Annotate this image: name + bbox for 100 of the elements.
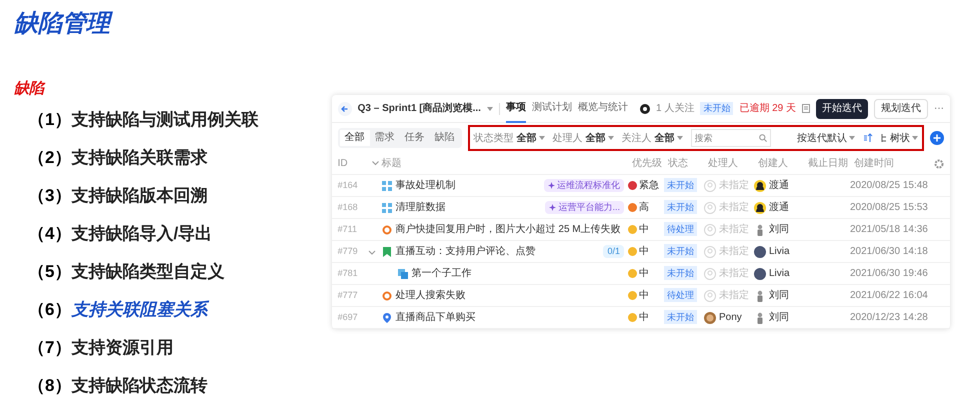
tab[interactable]: 事项 bbox=[506, 94, 526, 122]
priority-label: 高 bbox=[639, 200, 649, 215]
caret-icon[interactable] bbox=[372, 161, 379, 166]
section-heading: 缺陷 bbox=[14, 79, 44, 99]
sort-icon[interactable] bbox=[863, 133, 873, 143]
feature-item: 支持资源引用 bbox=[71, 336, 174, 359]
start-sprint-button[interactable]: 开始迭代 bbox=[816, 98, 868, 118]
avatar-icon bbox=[754, 246, 766, 258]
issue-title[interactable]: 事故处理机制 bbox=[396, 178, 456, 193]
assignee-name: Pony bbox=[719, 311, 742, 325]
sprint-selector[interactable]: Q3 – Sprint1 [商品浏览模... bbox=[358, 101, 481, 116]
avatar-placeholder-icon bbox=[704, 224, 716, 236]
avatar-placeholder-icon bbox=[704, 290, 716, 302]
sort-dropdown[interactable]: 按迭代默认 bbox=[797, 130, 855, 146]
assignee-name: 未指定 bbox=[719, 288, 749, 303]
circle-icon bbox=[382, 290, 392, 300]
created-time: 2021/05/18 14:36 bbox=[850, 223, 929, 237]
goal-name: 运维流程标准化 bbox=[557, 178, 620, 192]
follower-count[interactable]: 1 人关注 bbox=[656, 101, 694, 116]
avatar-placeholder-icon bbox=[704, 268, 716, 280]
avatar-icon bbox=[704, 312, 716, 324]
tab[interactable]: 概览与统计 bbox=[578, 94, 628, 122]
creator-name: 刘同 bbox=[769, 288, 789, 303]
add-icon[interactable] bbox=[930, 131, 944, 145]
creator-name: Livia bbox=[769, 245, 790, 259]
type-filter-tab[interactable]: 任务 bbox=[400, 130, 430, 146]
priority-label: 中 bbox=[639, 310, 649, 325]
id-cell-text: #697 bbox=[338, 310, 359, 324]
issue-title[interactable]: 处理人搜索失败 bbox=[396, 288, 466, 303]
issue-title[interactable]: 第一个子工作 bbox=[412, 266, 472, 281]
caret-icon bbox=[608, 135, 614, 141]
item-number: （7） bbox=[28, 336, 72, 359]
back-icon[interactable] bbox=[338, 102, 352, 116]
type-filter-tab[interactable]: 需求 bbox=[370, 130, 400, 146]
avatar-placeholder-icon bbox=[704, 202, 716, 214]
creator-name: 渡通 bbox=[769, 178, 789, 193]
priority-label: 紧急 bbox=[639, 178, 659, 193]
avatar-placeholder-icon bbox=[704, 246, 716, 258]
status-badge: 未开始 bbox=[664, 178, 697, 192]
priority-label: 中 bbox=[639, 266, 649, 281]
item-number: （5） bbox=[28, 260, 72, 283]
filter-dropdown[interactable]: 处理人 全部 bbox=[552, 130, 614, 146]
type-filter-tab[interactable]: 缺陷 bbox=[430, 130, 460, 146]
status-badge: 待处理 bbox=[664, 288, 697, 302]
issue-title[interactable]: 商户快捷回复用户时，图片大小超过 25 M上传失败 bbox=[396, 222, 621, 237]
avatar-icon bbox=[754, 180, 766, 192]
view-dropdown[interactable]: 树状 bbox=[881, 130, 918, 146]
feature-item: 支持缺陷关联需求 bbox=[71, 146, 208, 169]
column-header: ID bbox=[338, 157, 348, 171]
issue-title[interactable]: 直播商品下单购买 bbox=[396, 310, 476, 325]
feature-item: 支持关联阻塞关系 bbox=[71, 298, 208, 321]
assignee-name: 未指定 bbox=[719, 200, 749, 215]
column-header: 处理人 bbox=[708, 156, 738, 171]
issue-title[interactable]: 直播互动：支持用户评论、点赞 bbox=[396, 244, 536, 259]
search-field[interactable]: 搜索 bbox=[690, 129, 771, 147]
column-header: 优先级 bbox=[632, 156, 662, 171]
item-number: （1） bbox=[28, 108, 72, 131]
feature-item: 支持缺陷状态流转 bbox=[71, 374, 208, 397]
column-header: 状态 bbox=[668, 156, 688, 171]
filter-dropdown[interactable]: 关注人 全部 bbox=[622, 130, 683, 146]
status-badge: 待处理 bbox=[664, 222, 697, 236]
caret-icon[interactable] bbox=[486, 106, 493, 112]
grid-icon bbox=[382, 202, 392, 212]
item-number: （4） bbox=[28, 222, 72, 245]
assignee-name: 未指定 bbox=[719, 222, 749, 237]
issue-title[interactable]: 清理脏数据 bbox=[396, 200, 446, 215]
column-header: 创建时间 bbox=[854, 156, 894, 171]
overdue-label: 已逾期 29 天 bbox=[739, 102, 796, 116]
subtask-count: 0/1 bbox=[603, 244, 624, 258]
filter-dropdown[interactable]: 状态类型 全部 bbox=[474, 130, 545, 146]
type-filter-tab[interactable]: 全部 bbox=[340, 130, 370, 146]
star-icon bbox=[548, 182, 555, 189]
priority-label: 中 bbox=[639, 288, 649, 303]
status-badge: 未开始 bbox=[664, 310, 697, 324]
priority-label: 中 bbox=[639, 222, 649, 237]
tab[interactable]: 测试计划 bbox=[532, 94, 572, 122]
plan-sprint-button[interactable]: 规划迭代 bbox=[874, 98, 928, 118]
created-time: 2021/06/22 16:04 bbox=[850, 289, 929, 303]
assignee-name: 未指定 bbox=[719, 178, 749, 193]
search-icon bbox=[758, 134, 767, 142]
column-header: 截止日期 bbox=[808, 156, 848, 171]
status-badge: 未开始 bbox=[700, 102, 734, 116]
settings-icon[interactable] bbox=[934, 158, 944, 168]
id-cell-text: #779 bbox=[338, 244, 359, 258]
caret-icon[interactable] bbox=[368, 248, 376, 256]
slide-title: 缺陷管理 bbox=[14, 6, 332, 42]
feature-item: 支持缺陷与测试用例关联 bbox=[71, 108, 258, 131]
id-cell-text: #711 bbox=[338, 222, 358, 236]
id-cell-text: #781 bbox=[338, 266, 359, 280]
status-badge: 未开始 bbox=[664, 266, 697, 280]
id-cell-text: #168 bbox=[338, 200, 359, 214]
more-button[interactable]: ··· bbox=[934, 101, 944, 116]
pin-icon bbox=[382, 312, 392, 322]
copy-icon bbox=[398, 268, 408, 278]
id-cell-text: #164 bbox=[338, 178, 359, 192]
caret-icon bbox=[538, 135, 545, 141]
feature-item: 支持缺陷导入/导出 bbox=[71, 222, 212, 245]
item-number: （3） bbox=[28, 184, 72, 207]
feature-item: 支持缺陷版本回溯 bbox=[71, 184, 208, 207]
caret-icon bbox=[849, 135, 855, 141]
